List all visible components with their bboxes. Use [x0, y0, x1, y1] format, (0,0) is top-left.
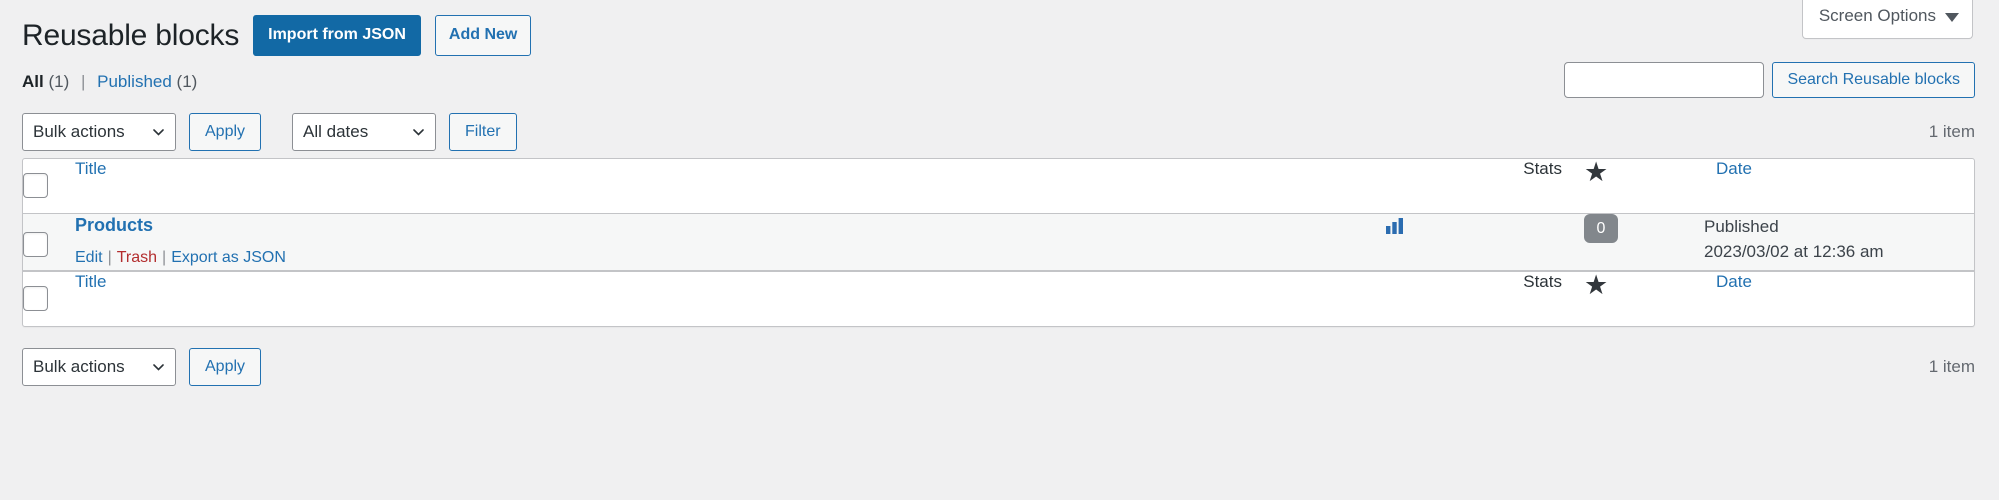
table-footer-row: Title Stats ★ Date — [23, 269, 1974, 326]
select-all-header-bottom — [23, 270, 75, 326]
table-head: Title Stats ★ Date — [23, 156, 1974, 214]
search-input[interactable] — [1564, 62, 1765, 98]
sort-title-link-top[interactable]: Title — [75, 159, 107, 178]
page-header: Reusable blocks Import from JSON Add New — [0, 0, 1999, 56]
column-label-stats-bottom: Stats — [1523, 271, 1562, 291]
row-title-cell: Products Edit | Trash | Export as JSON — [75, 214, 1384, 271]
bulk-actions-select-bottom[interactable]: Bulk actions — [22, 347, 176, 386]
displaying-num-bottom: 1 item — [1928, 356, 1975, 376]
bulk-actions-select-wrap-top: Bulk actions — [22, 112, 176, 151]
column-header-title-top: Title — [75, 159, 1384, 214]
bulk-actions-select-top[interactable]: Bulk actions — [22, 112, 176, 151]
select-all-checkbox-bottom[interactable] — [23, 286, 48, 312]
view-published-link[interactable]: Published — [97, 72, 172, 91]
table-foot: Title Stats ★ Date — [23, 269, 1974, 326]
star-count-badge[interactable]: 0 — [1584, 213, 1618, 243]
apply-button-top[interactable]: Apply — [189, 112, 262, 151]
bulk-actions-top: Bulk actions Apply All dates Filter — [22, 112, 517, 151]
row-select-checkbox[interactable] — [23, 231, 48, 257]
page-title: Reusable blocks — [22, 18, 240, 52]
sort-date-link-top[interactable]: Date — [1704, 159, 1752, 179]
table-row: Products Edit | Trash | Export as JSON 0… — [23, 213, 1974, 271]
select-all-checkbox-top[interactable] — [23, 173, 48, 199]
add-new-button[interactable]: Add New — [434, 14, 532, 56]
column-header-star-bottom: ★ — [1584, 269, 1704, 326]
bar-chart-icon[interactable] — [1384, 214, 1406, 241]
row-title-link[interactable]: Products — [75, 214, 153, 237]
column-header-date-bottom: Date — [1704, 270, 1974, 326]
column-header-date-top: Date — [1704, 159, 1974, 214]
column-header-star-top: ★ — [1584, 156, 1704, 214]
view-all-link[interactable]: All — [22, 72, 44, 91]
row-action-export-as-json[interactable]: Export as JSON — [171, 249, 286, 266]
sort-title-link-bottom[interactable]: Title — [75, 272, 107, 291]
row-action-edit[interactable]: Edit — [75, 249, 103, 266]
screen-meta-links: Screen Options — [1801, 0, 1973, 40]
filter-button[interactable]: Filter — [449, 112, 517, 151]
table-body: Products Edit | Trash | Export as JSON 0… — [23, 213, 1974, 271]
row-date-cell: Published 2023/03/02 at 12:36 am — [1704, 214, 1974, 271]
dates-filter-select[interactable]: All dates — [292, 112, 437, 151]
table-header-row: Title Stats ★ Date — [23, 156, 1974, 214]
row-select-cell — [23, 214, 75, 271]
row-action-trash[interactable]: Trash — [117, 249, 157, 266]
row-action-divider-2: | — [162, 249, 167, 267]
tablenav-top: Bulk actions Apply All dates Filter 1 it… — [0, 106, 1999, 158]
apply-button-bottom[interactable]: Apply — [189, 347, 262, 386]
screen-options-label: Screen Options — [1818, 6, 1936, 25]
dates-select-wrap: All dates — [292, 112, 437, 151]
column-header-stats-top: Stats — [1384, 159, 1584, 214]
column-header-stats-bottom: Stats — [1384, 270, 1584, 326]
select-all-header-top — [23, 159, 75, 214]
view-all-count: (1) — [48, 72, 70, 91]
screen-options-button[interactable]: Screen Options — [1801, 0, 1973, 40]
admin-page: Screen Options Reusable blocks Import fr… — [0, 0, 1999, 500]
view-published-count: (1) — [176, 72, 198, 91]
bulk-actions-select-wrap-bottom: Bulk actions — [22, 347, 176, 386]
row-date-status: Published — [1704, 216, 1779, 236]
tablenav-bottom: Bulk actions Apply 1 item — [0, 341, 1999, 393]
row-action-divider-1: | — [107, 249, 112, 267]
search-box: Search Reusable blocks — [1564, 62, 1975, 98]
bulk-actions-bottom: Bulk actions Apply — [22, 347, 262, 386]
import-from-json-button[interactable]: Import from JSON — [253, 14, 421, 56]
displaying-num-top: 1 item — [1928, 121, 1975, 141]
column-label-stats-top: Stats — [1523, 158, 1562, 178]
row-star-cell: 0 — [1584, 213, 1704, 271]
chevron-down-icon — [1945, 12, 1959, 22]
column-header-title-bottom: Title — [75, 270, 1384, 326]
star-icon: ★ — [1584, 156, 1609, 187]
reusable-blocks-table: Title Stats ★ Date Products Edit | Trash… — [22, 156, 1975, 327]
row-date-stamp: 2023/03/02 at 12:36 am — [1704, 242, 1884, 262]
views-separator: | — [80, 72, 86, 91]
sort-date-link-bottom[interactable]: Date — [1704, 272, 1752, 292]
star-icon: ★ — [1584, 269, 1609, 300]
search-submit-button[interactable]: Search Reusable blocks — [1772, 62, 1975, 98]
row-stats-cell — [1384, 214, 1584, 271]
row-actions: Edit | Trash | Export as JSON — [75, 247, 1384, 269]
